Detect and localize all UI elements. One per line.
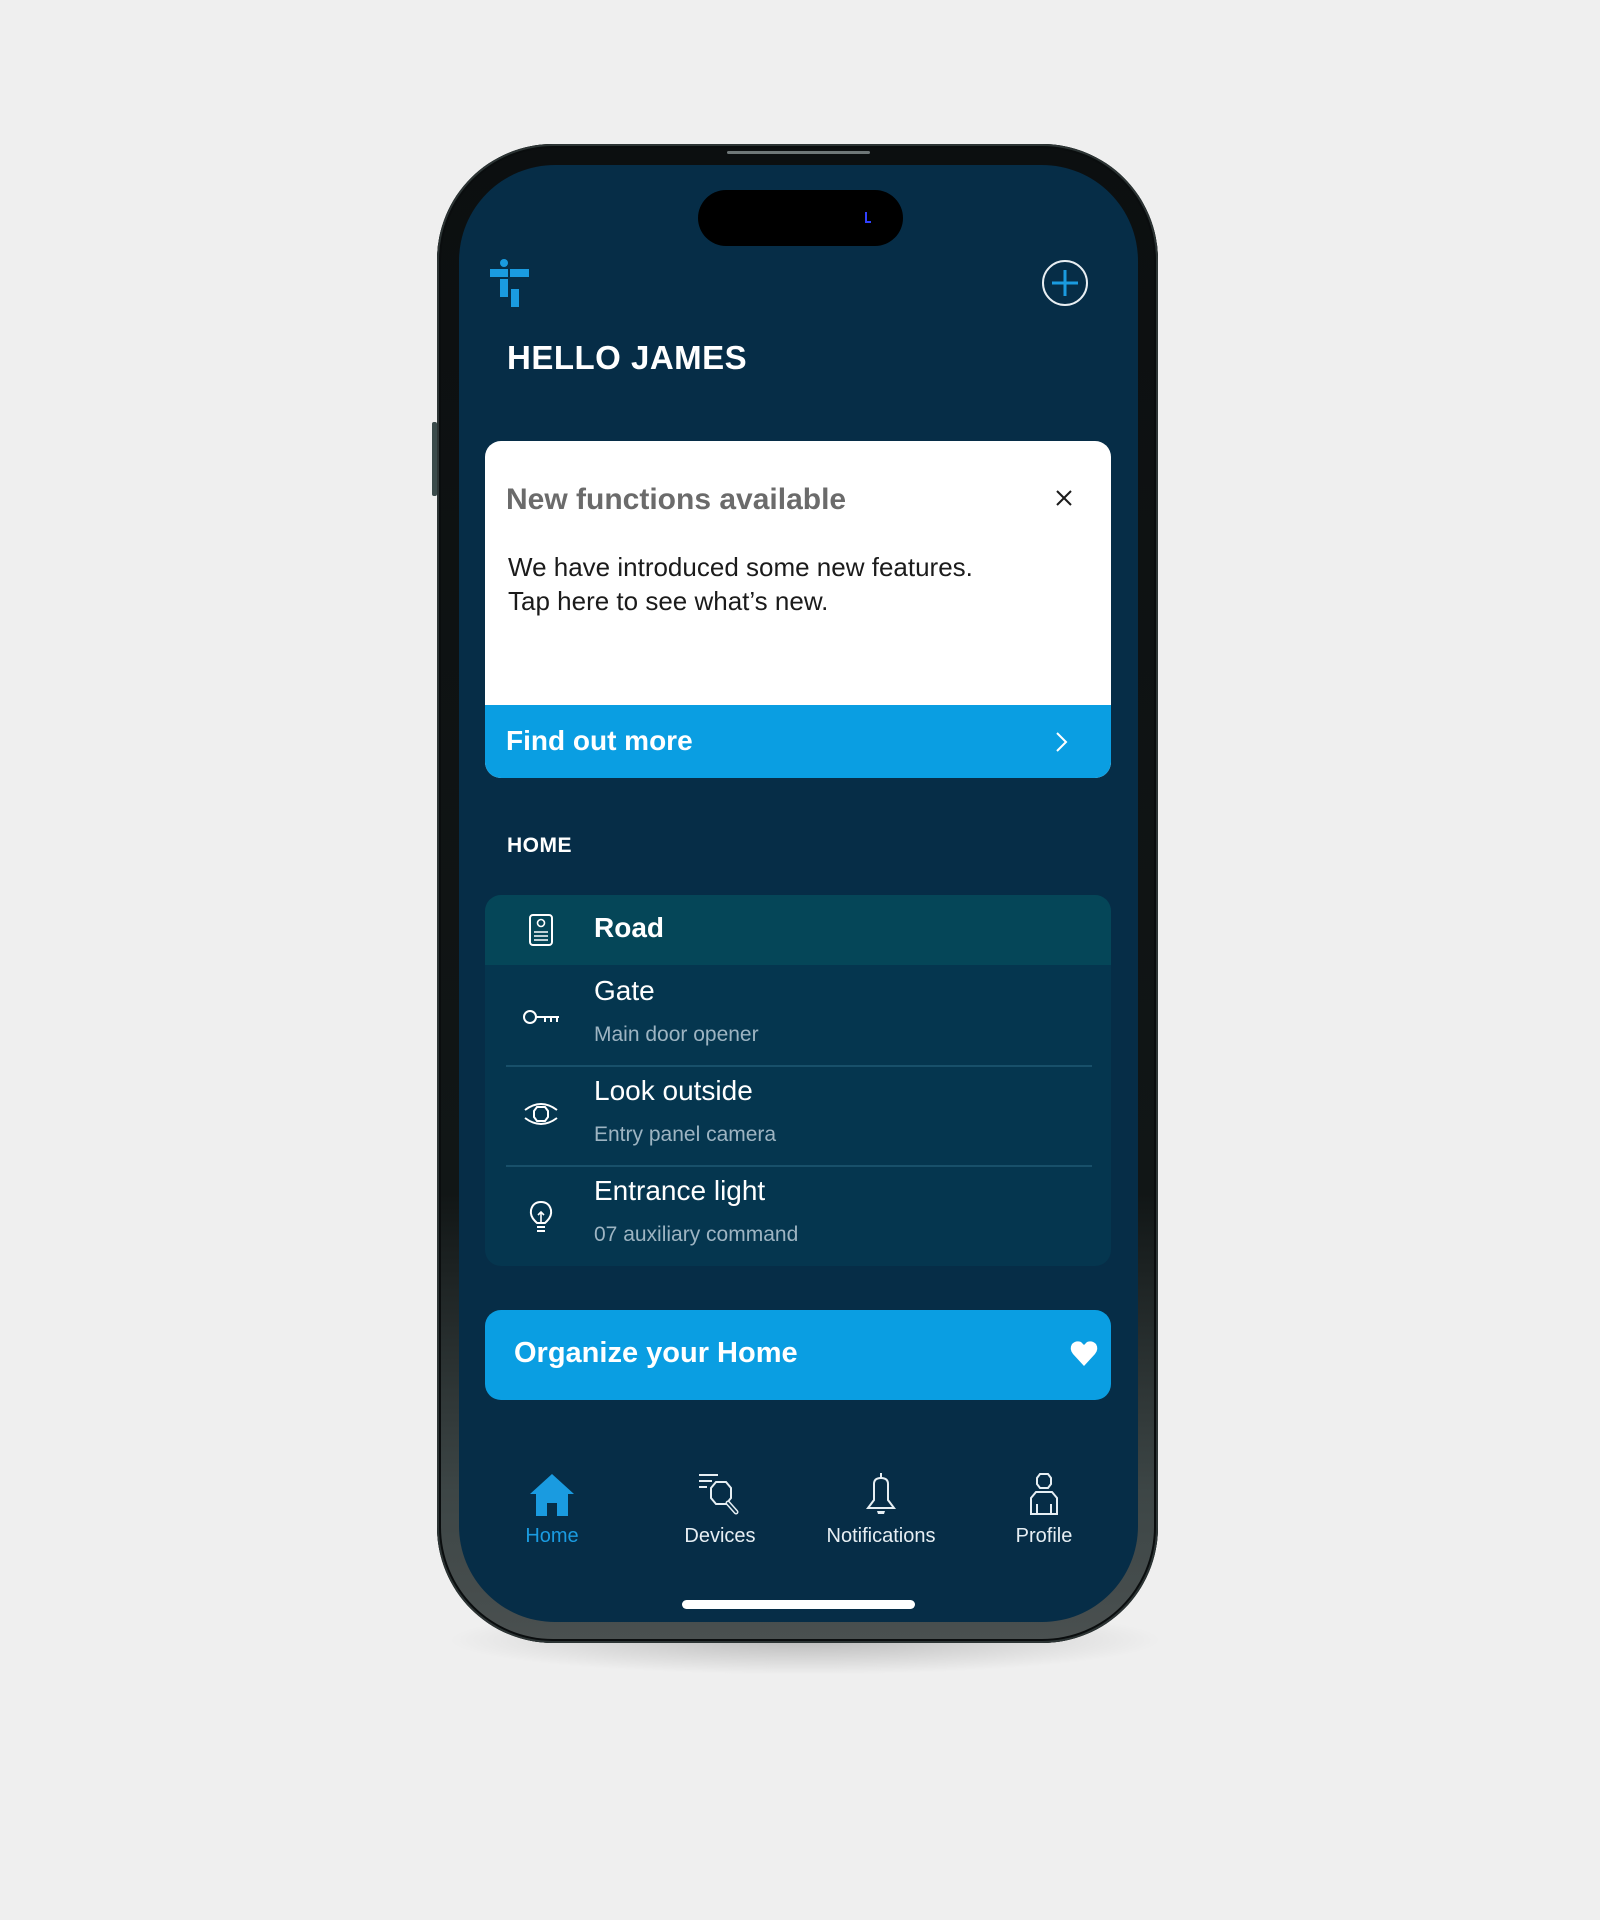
find-out-more-button[interactable]: Find out more [485, 705, 1111, 778]
new-functions-card[interactable]: New functions available We have introduc… [485, 441, 1111, 778]
find-out-more-label: Find out more [506, 725, 693, 756]
item-subtitle: 07 auxiliary command [594, 1223, 799, 1246]
phone-speaker [727, 151, 870, 154]
add-device-button[interactable] [1042, 260, 1088, 306]
nav-tab-devices[interactable]: Devices [645, 1467, 795, 1555]
dynamic-island [698, 190, 903, 246]
nav-label: Profile [1015, 1525, 1073, 1547]
organize-home-button[interactable]: Organize your Home [485, 1310, 1111, 1400]
nav-tab-notifications[interactable]: Notifications [806, 1467, 956, 1555]
chevron-right-icon [1056, 732, 1068, 752]
plus-icon [1052, 270, 1078, 296]
camera-indicator [865, 212, 871, 223]
key-icon [523, 1010, 559, 1024]
organize-home-label: Organize your Home [514, 1337, 798, 1369]
home-indicator[interactable] [682, 1600, 915, 1609]
nav-tab-profile[interactable]: Profile [969, 1467, 1119, 1555]
heart-icon [1070, 1341, 1098, 1366]
home-icon [530, 1474, 574, 1516]
close-icon[interactable] [1054, 488, 1074, 508]
profile-icon [1030, 1473, 1058, 1515]
list-item-entrance-light[interactable]: Entrance light 07 auxiliary command [485, 1167, 1111, 1266]
item-title: Entrance light [594, 1175, 766, 1206]
nav-tab-home[interactable]: Home [477, 1467, 627, 1555]
promo-body-line-2: Tap here to see what’s new. [508, 586, 829, 616]
nav-label: Devices [684, 1525, 756, 1547]
home-device-list: Road Gate Main door opener Look outside … [485, 895, 1111, 1266]
list-item-gate[interactable]: Gate Main door opener [485, 965, 1111, 1065]
nav-label: Notifications [826, 1525, 936, 1547]
phone-frame: HELLO JAMES New functions available We h… [437, 144, 1158, 1643]
item-subtitle: Entry panel camera [594, 1123, 777, 1146]
devices-search-icon [699, 1474, 739, 1515]
eye-icon [524, 1103, 558, 1125]
promo-title: New functions available [506, 483, 847, 516]
list-item-look-outside[interactable]: Look outside Entry panel camera [485, 1067, 1111, 1165]
group-name: Road [594, 912, 664, 943]
group-header-road[interactable]: Road [485, 895, 1111, 965]
home-section-label: HOME [507, 834, 572, 857]
bell-icon [866, 1473, 896, 1514]
lightbulb-icon [529, 1200, 553, 1232]
app-screen: HELLO JAMES New functions available We h… [459, 165, 1138, 1622]
promo-body-line-1: We have introduced some new features. [508, 552, 973, 582]
intercom-panel-icon [529, 914, 553, 946]
item-title: Gate [594, 975, 655, 1006]
brand-logo-icon [490, 259, 529, 307]
nav-label: Home [525, 1525, 579, 1547]
greeting-title: HELLO JAMES [507, 339, 748, 376]
item-title: Look outside [594, 1075, 753, 1106]
promo-body: We have introduced some new features. Ta… [508, 550, 1098, 618]
item-subtitle: Main door opener [594, 1023, 759, 1046]
